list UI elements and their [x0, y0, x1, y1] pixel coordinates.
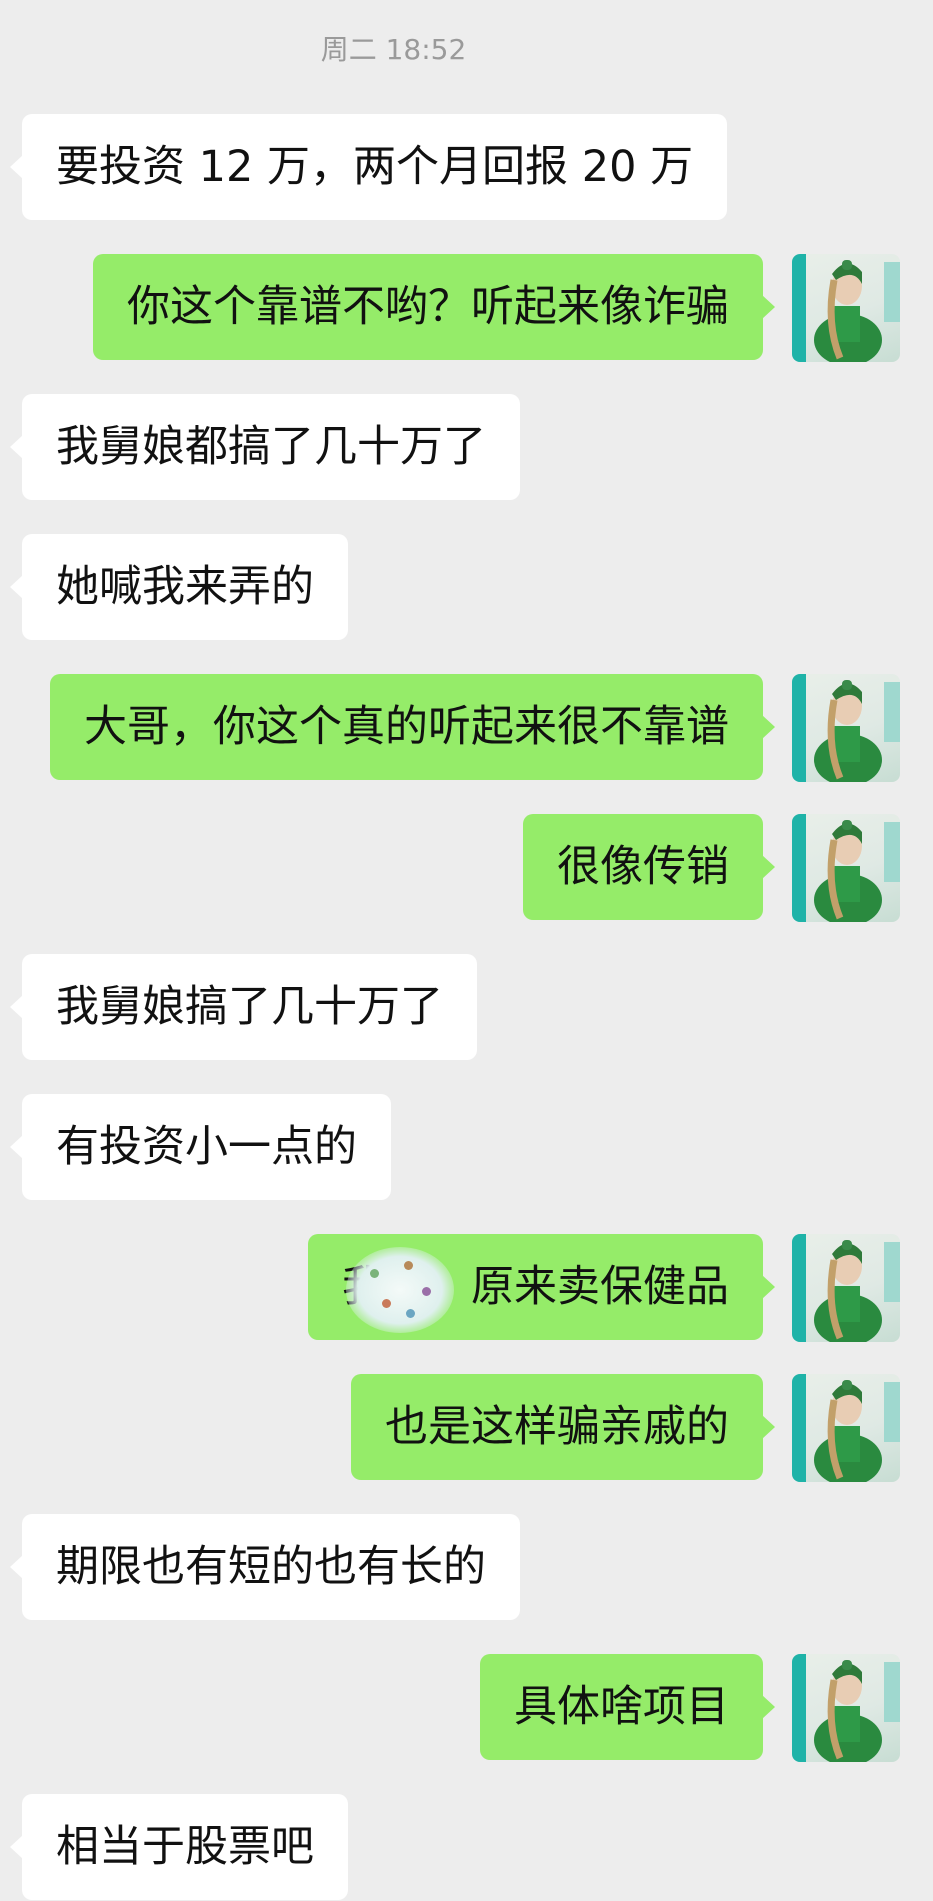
bubble-tail: [762, 1695, 775, 1719]
blur-dot: [382, 1299, 391, 1308]
message-text[interactable]: 也是这样骗亲戚的: [351, 1374, 763, 1480]
message-text[interactable]: 要投资 12 万，两个月回报 20 万: [22, 114, 728, 220]
message-text[interactable]: 她喊我来弄的: [22, 534, 348, 640]
bubble-tail: [762, 855, 775, 879]
blur-dot: [404, 1261, 413, 1270]
bubble-tail: [762, 1275, 775, 1299]
message-timestamp: 周二 18:52: [320, 33, 467, 66]
chat-area[interactable]: 周二 18:52 要投资 12 万，两个月回报 20 万 你这个靠谱不哟？听起来…: [0, 0, 933, 1901]
message-text[interactable]: 我舅娘都搞了几十万了: [22, 394, 520, 500]
message-text[interactable]: 你这个靠谱不哟？听起来像诈骗: [93, 254, 763, 360]
outgoing-message[interactable]: 你这个靠谱不哟？听起来像诈骗: [54, 254, 775, 360]
message-text[interactable]: 很像传销: [523, 814, 763, 920]
incoming-message[interactable]: 要投资 12 万，两个月回报 20 万: [10, 114, 728, 220]
outgoing-message[interactable]: 大哥，你这个真的听起来很不靠谱: [10, 674, 775, 780]
redaction-blur: [346, 1247, 454, 1333]
bubble-tail: [762, 715, 775, 739]
user-avatar-icon[interactable]: [792, 1654, 900, 1762]
incoming-message[interactable]: 她喊我来弄的: [10, 534, 362, 640]
outgoing-message[interactable]: 也是这样骗亲戚的: [331, 1374, 775, 1480]
message-text[interactable]: 有投资小一点的: [22, 1094, 391, 1200]
incoming-message[interactable]: 我舅娘都搞了几十万了: [10, 394, 546, 500]
message-text[interactable]: 具体啥项目: [480, 1654, 763, 1760]
bubble-tail: [762, 295, 775, 319]
user-avatar-icon[interactable]: [792, 1374, 900, 1482]
blur-dot: [422, 1287, 431, 1296]
bubble-tail: [762, 1415, 775, 1439]
user-avatar-icon[interactable]: [792, 1234, 900, 1342]
outgoing-message[interactable]: 很像传销: [515, 814, 775, 920]
incoming-message[interactable]: 相当于股票吧: [10, 1794, 362, 1900]
incoming-message[interactable]: 期限也有短的也有长的: [10, 1514, 546, 1620]
user-avatar-icon[interactable]: [792, 254, 900, 362]
message-text[interactable]: 相当于股票吧: [22, 1794, 348, 1900]
blur-dot: [370, 1269, 379, 1278]
message-text[interactable]: 大哥，你这个真的听起来很不靠谱: [50, 674, 763, 780]
message-text[interactable]: 期限也有短的也有长的: [22, 1514, 520, 1620]
message-text[interactable]: 我舅娘搞了几十万了: [22, 954, 477, 1060]
blur-dot: [406, 1309, 415, 1318]
incoming-message[interactable]: 我舅娘搞了几十万了: [10, 954, 500, 1060]
user-avatar-icon[interactable]: [792, 674, 900, 782]
incoming-message[interactable]: 有投资小一点的: [10, 1094, 408, 1200]
outgoing-message[interactable]: 具体啥项目: [469, 1654, 775, 1760]
user-avatar-icon[interactable]: [792, 814, 900, 922]
